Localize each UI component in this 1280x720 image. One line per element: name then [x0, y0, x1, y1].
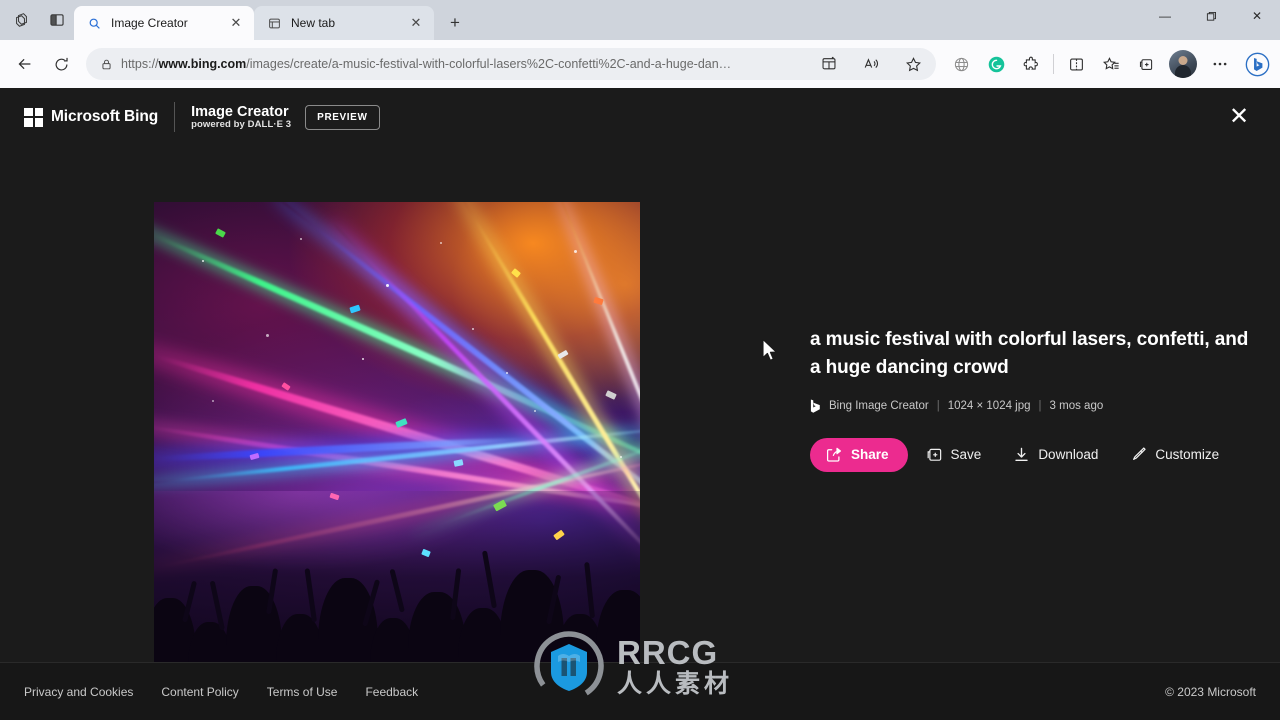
split-screen-icon[interactable]: [1059, 47, 1093, 81]
tab-strip-left-icons: [0, 0, 74, 40]
footer-link-feedback[interactable]: Feedback: [365, 685, 418, 699]
add-to-favorites-star-icon[interactable]: [896, 47, 930, 81]
header-divider: [174, 102, 176, 132]
tab-close-button[interactable]: ✕: [406, 13, 426, 33]
refresh-icon[interactable]: [44, 47, 78, 81]
metadata-separator: |: [936, 400, 940, 413]
share-button-label: Share: [851, 447, 889, 463]
share-icon: [826, 447, 842, 463]
tab-strip: Image Creator ✕ New tab ✕ + — ✕: [0, 0, 1280, 40]
footer-links: Privacy and Cookies Content Policy Terms…: [24, 685, 418, 699]
minimize-button[interactable]: —: [1142, 0, 1188, 32]
image-dimensions-label: 1024 × 1024 jpg: [947, 400, 1031, 413]
customize-button[interactable]: Customize: [1116, 437, 1233, 472]
search-icon: [86, 15, 102, 31]
close-window-button[interactable]: ✕: [1234, 0, 1280, 32]
footer-link-privacy[interactable]: Privacy and Cookies: [24, 685, 133, 699]
bing-copilot-icon[interactable]: [1242, 49, 1272, 79]
tab-actions-icon[interactable]: [4, 5, 38, 35]
image-metadata-row: Bing Image Creator | 1024 × 1024 jpg | 3…: [810, 399, 1260, 413]
lock-icon: [100, 58, 113, 71]
maximize-button[interactable]: [1188, 0, 1234, 32]
prompt-text: a music festival with colorful lasers, c…: [810, 329, 1249, 378]
page-footer: Privacy and Cookies Content Policy Terms…: [0, 662, 1280, 720]
globe-icon[interactable]: [944, 47, 978, 81]
microsoft-bing-label: Microsoft Bing: [51, 108, 159, 125]
image-creator-page: Microsoft Bing Image Creator powered by …: [0, 88, 1280, 720]
extensions-puzzle-icon[interactable]: [1014, 47, 1048, 81]
product-title: Image Creator: [191, 103, 289, 120]
toolbar-right-actions: [944, 47, 1272, 81]
image-age-label: 3 mos ago: [1049, 400, 1104, 413]
save-button[interactable]: Save: [912, 437, 996, 472]
favorites-list-icon[interactable]: [1094, 47, 1128, 81]
generated-image-artwork: [154, 202, 640, 718]
metadata-separator: |: [1038, 400, 1042, 413]
customize-edit-icon: [1130, 446, 1147, 463]
url-path: /images/create/a-music-festival-with-col…: [246, 57, 732, 71]
image-action-buttons: Share Save Download Customize: [810, 437, 1260, 472]
tab-title: New tab: [291, 16, 336, 30]
settings-and-more-ellipsis-icon[interactable]: [1203, 47, 1237, 81]
footer-copyright: © 2023 Microsoft: [1165, 684, 1256, 699]
window-controls: — ✕: [1142, 0, 1280, 32]
save-icon: [926, 446, 943, 463]
close-modal-button[interactable]: ✕: [1220, 98, 1258, 136]
preview-badge: PREVIEW: [305, 104, 380, 130]
tab-title: Image Creator: [111, 16, 188, 30]
image-creator-body: a music festival with colorful lasers, c…: [0, 146, 1280, 718]
product-subtitle: powered by DALL·E 3: [191, 118, 292, 130]
url-domain: www.bing.com: [158, 57, 247, 71]
footer-link-terms[interactable]: Terms of Use: [267, 685, 338, 699]
footer-link-content-policy[interactable]: Content Policy: [161, 685, 238, 699]
tab-close-button[interactable]: ✕: [226, 13, 246, 33]
image-source-label: Bing Image Creator: [829, 400, 929, 413]
address-bar[interactable]: https://www.bing.com/images/create/a-mus…: [86, 48, 936, 80]
download-button-label: Download: [1038, 447, 1099, 463]
microsoft-bing-logo[interactable]: Microsoft Bing: [24, 107, 159, 127]
url-scheme: https://: [121, 57, 159, 71]
product-title-block: Image Creator powered by DALL·E 3: [191, 104, 291, 131]
read-aloud-icon[interactable]: [854, 47, 888, 81]
generated-image[interactable]: [154, 202, 640, 718]
address-bar-url: https://www.bing.com/images/create/a-mus…: [121, 57, 804, 71]
image-details-panel: a music festival with colorful lasers, c…: [810, 326, 1260, 472]
new-tab-button[interactable]: +: [440, 8, 470, 38]
tab-image-creator[interactable]: Image Creator ✕: [74, 6, 254, 40]
split-screen-pane-icon[interactable]: [812, 47, 846, 81]
profile-avatar-icon[interactable]: [1169, 50, 1197, 78]
new-tab-page-icon: [266, 15, 282, 31]
bing-b-icon: [810, 399, 821, 413]
grammarly-extension-icon[interactable]: [979, 47, 1013, 81]
browser-toolbar: https://www.bing.com/images/create/a-mus…: [0, 40, 1280, 88]
browser-window: Image Creator ✕ New tab ✕ + — ✕ https://…: [0, 0, 1280, 720]
image-creator-header: Microsoft Bing Image Creator powered by …: [0, 88, 1280, 146]
download-icon: [1013, 446, 1030, 463]
share-button[interactable]: Share: [810, 437, 908, 472]
toolbar-divider: [1053, 54, 1054, 74]
collections-icon[interactable]: [1129, 47, 1163, 81]
browser-essentials-icon[interactable]: [40, 5, 74, 35]
tab-new-tab[interactable]: New tab ✕: [254, 6, 434, 40]
microsoft-logo-icon: [24, 107, 43, 127]
customize-button-label: Customize: [1155, 447, 1220, 463]
back-arrow-icon[interactable]: [8, 47, 42, 81]
download-button[interactable]: Download: [999, 437, 1112, 472]
save-button-label: Save: [950, 447, 982, 463]
